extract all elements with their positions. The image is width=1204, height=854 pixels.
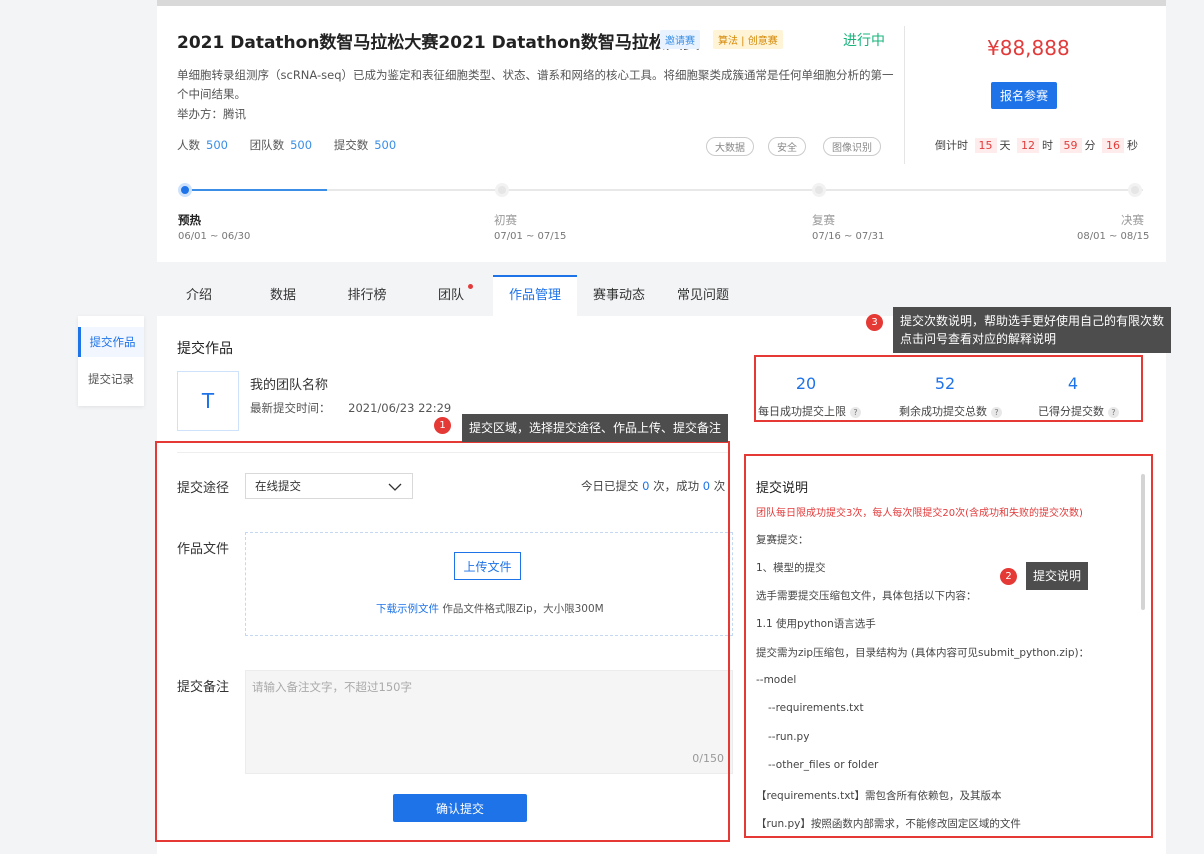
countdown-unit: 时 xyxy=(1042,139,1053,152)
annotation-callout: 提交区域，选择提交途径、作品上传、提交备注 xyxy=(462,414,729,442)
stage-name: 初赛 xyxy=(494,213,517,227)
stage-date: 07/16 ~ 07/31 xyxy=(812,231,885,242)
tag-category: 算法 | 创意赛 xyxy=(713,30,783,49)
last-submit-time: 2021/06/23 22:29 xyxy=(348,401,452,415)
stage-name: 决赛 xyxy=(1121,213,1144,227)
contest-header-card: 2021 Datathon数智马拉松大赛2021 Datathon数智马拉松大赛… xyxy=(157,6,1166,262)
timeline-dot xyxy=(495,183,509,197)
countdown-unit: 秒 xyxy=(1127,139,1138,152)
topic-tag[interactable]: 大数据 xyxy=(706,137,754,156)
annotation-box-limits xyxy=(754,355,1143,422)
annotation-badge: 3 xyxy=(866,314,883,331)
countdown-seconds: 16 xyxy=(1102,138,1124,153)
countdown-unit: 分 xyxy=(1084,139,1096,152)
timeline-progress xyxy=(185,189,327,191)
topic-tag[interactable]: 图像识别 xyxy=(823,137,881,156)
tab-intro[interactable]: 介绍 xyxy=(167,275,231,316)
contest-description: 单细胞转录组测序（scRNA-seq）已成为鉴定和表征细胞类型、状态、谱系和网络… xyxy=(177,68,894,101)
tab-news[interactable]: 赛事动态 xyxy=(583,275,655,316)
annotation-box-submit-area xyxy=(155,441,730,842)
team-avatar: T xyxy=(177,371,239,431)
timeline-dot-active xyxy=(178,183,192,197)
contest-stats: 人数 500 团队数 500 提交数 500 xyxy=(177,137,414,153)
tab-team[interactable]: 团队 xyxy=(419,275,483,316)
contest-host: 举办方：腾讯 xyxy=(177,107,246,121)
stage-name: 预热 xyxy=(178,213,201,227)
countdown-minutes: 59 xyxy=(1059,138,1082,153)
timeline-track xyxy=(185,189,1143,191)
stat-label: 团队数 xyxy=(249,138,285,152)
team-notification-dot xyxy=(468,284,473,289)
countdown-label: 倒计时 xyxy=(935,139,968,152)
header-divider xyxy=(904,26,905,164)
annotation-box-notes xyxy=(744,454,1153,838)
annotation-text: 点击问号查看对应的解释说明 xyxy=(900,332,1057,346)
stat-value: 500 xyxy=(290,138,313,152)
stage-date: 08/01 ~ 08/15 xyxy=(1077,231,1150,242)
tab-faq[interactable]: 常见问题 xyxy=(667,275,739,316)
stat-value: 500 xyxy=(374,138,397,152)
sidenav-submit-work[interactable]: 提交作品 xyxy=(78,327,144,357)
stage-name: 复赛 xyxy=(812,213,835,227)
last-submit-label: 最新提交时间： xyxy=(250,401,331,415)
stage-date: 06/01 ~ 06/30 xyxy=(178,231,251,242)
annotation-badge: 1 xyxy=(434,417,451,434)
stat-label: 人数 xyxy=(177,138,200,152)
countdown: 倒计时 15 天 12 时 59 分 16 秒 xyxy=(935,137,1138,153)
annotation-badge: 2 xyxy=(1000,568,1017,585)
tag-invitational: 邀请赛 xyxy=(660,30,700,49)
sidenav-submit-history[interactable]: 提交记录 xyxy=(78,364,144,394)
status-badge: 进行中 xyxy=(843,33,885,49)
side-nav: 提交作品 提交记录 xyxy=(78,316,144,406)
tab-data[interactable]: 数据 xyxy=(251,275,315,316)
annotation-callout: 提交说明 xyxy=(1026,562,1089,590)
annotation-callout: 提交次数说明，帮助选手更好使用自己的有限次数 点击问号查看对应的解释说明 xyxy=(893,307,1172,353)
annotation-text: 提交次数说明，帮助选手更好使用自己的有限次数 xyxy=(900,314,1165,328)
countdown-hours: 12 xyxy=(1017,138,1039,153)
tab-leaderboard[interactable]: 排行榜 xyxy=(335,275,399,316)
tab-submissions[interactable]: 作品管理 xyxy=(493,275,577,316)
countdown-days: 15 xyxy=(974,138,997,153)
stat-label: 提交数 xyxy=(333,138,369,152)
submit-heading: 提交作品 xyxy=(177,341,233,357)
team-name: 我的团队名称 xyxy=(250,378,329,393)
last-submit: 最新提交时间： 2021/06/23 22:29 xyxy=(250,400,451,416)
register-button[interactable]: 报名参赛 xyxy=(991,82,1057,109)
timeline-dot xyxy=(1128,183,1142,197)
prize-amount: ¥88,888 xyxy=(987,36,1070,60)
stat-value: 500 xyxy=(206,138,228,152)
countdown-unit: 天 xyxy=(999,139,1011,152)
timeline-dot xyxy=(812,183,826,197)
stage-date: 07/01 ~ 07/15 xyxy=(494,231,567,242)
topic-tag[interactable]: 安全 xyxy=(768,137,806,156)
contest-title: 2021 Datathon数智马拉松大赛2021 Datathon数智马拉松大赛 xyxy=(177,33,700,53)
